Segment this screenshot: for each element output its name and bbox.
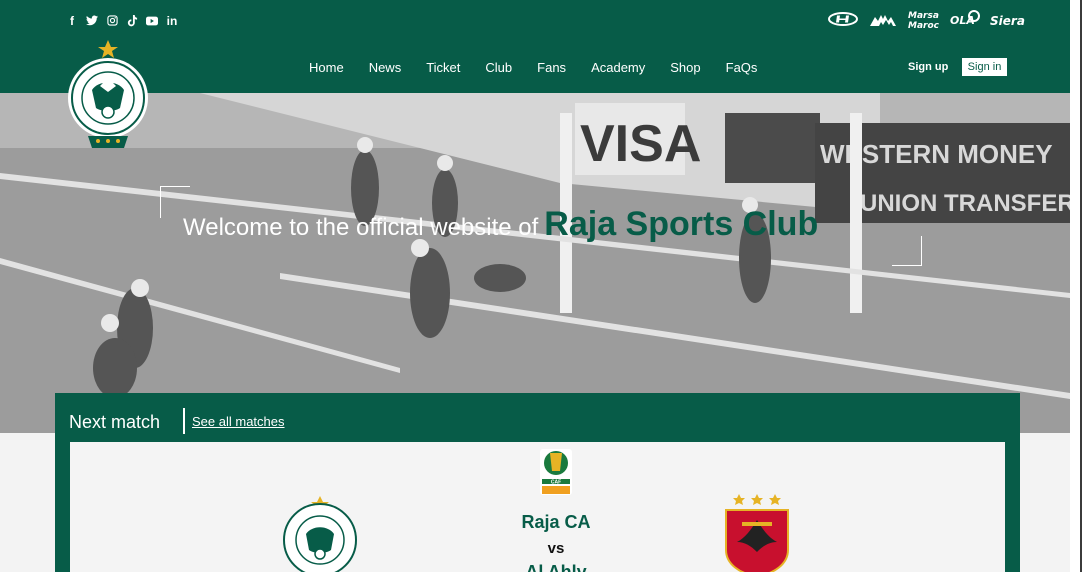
caf-competition-logo: CAF <box>538 449 574 495</box>
hero-welcome-heading: Welcome to the official website of Raja S… <box>183 205 818 244</box>
hyundai-logo[interactable] <box>828 12 858 29</box>
title-separator <box>183 408 185 434</box>
sponsor-logos: Marsa Maroc OLA Siera <box>828 9 1025 32</box>
nav-faqs[interactable]: FaQs <box>726 60 758 75</box>
vs-label: vs <box>547 540 565 557</box>
youtube-icon[interactable] <box>146 14 158 27</box>
nav-fans[interactable]: Fans <box>537 60 566 75</box>
facebook-icon[interactable]: f <box>66 14 78 28</box>
instagram-icon[interactable] <box>106 14 118 27</box>
main-nav: Home News Ticket Club Fans Academy Shop … <box>309 60 782 75</box>
social-links: f in <box>66 14 178 28</box>
see-all-matches-link[interactable]: See all matches <box>192 414 285 429</box>
twitter-icon[interactable] <box>86 14 98 27</box>
linkedin-icon[interactable]: in <box>166 14 178 28</box>
match-card[interactable]: CAF Raja CA vs Al Ahly <box>70 442 1005 572</box>
marsa-maroc-logo[interactable]: Marsa Maroc <box>908 11 940 31</box>
nav-club[interactable]: Club <box>485 60 512 75</box>
ola-logo[interactable]: OLA <box>950 9 980 32</box>
brand-text: Raja Sports Club <box>544 205 819 243</box>
signup-link[interactable]: Sign up <box>908 61 948 73</box>
svg-text:VISA: VISA <box>580 115 701 173</box>
away-team-name: Al Ahly <box>525 562 587 572</box>
hero-frame-corner-bottom-right <box>892 236 922 266</box>
next-match-title: Next match <box>69 412 161 432</box>
site-header: f in Marsa Maroc OLA Siera Home News Tic… <box>0 0 1070 93</box>
kappa-logo[interactable] <box>868 12 898 29</box>
siera-logo[interactable]: Siera <box>990 15 1025 27</box>
raja-club-logo[interactable] <box>64 40 152 150</box>
next-match-panel: Next match See all matches CAF Raja CA v… <box>55 393 1020 572</box>
nav-ticket[interactable]: Ticket <box>426 60 460 75</box>
welcome-text: Welcome to the official website of <box>183 214 539 241</box>
svg-text:UNION TRANSFER: UNION TRANSFER <box>860 190 1070 217</box>
nav-news[interactable]: News <box>369 60 402 75</box>
away-team-crest <box>722 492 792 572</box>
nav-shop[interactable]: Shop <box>670 60 700 75</box>
svg-text:CAF: CAF <box>551 480 561 486</box>
tiktok-icon[interactable] <box>126 14 138 27</box>
home-team-crest <box>282 496 358 572</box>
nav-academy[interactable]: Academy <box>591 60 645 75</box>
browser-scrollbar-area <box>1070 0 1082 572</box>
nav-home[interactable]: Home <box>309 60 344 75</box>
signin-button[interactable]: Sign in <box>961 57 1008 77</box>
home-team-name: Raja CA <box>521 512 591 532</box>
